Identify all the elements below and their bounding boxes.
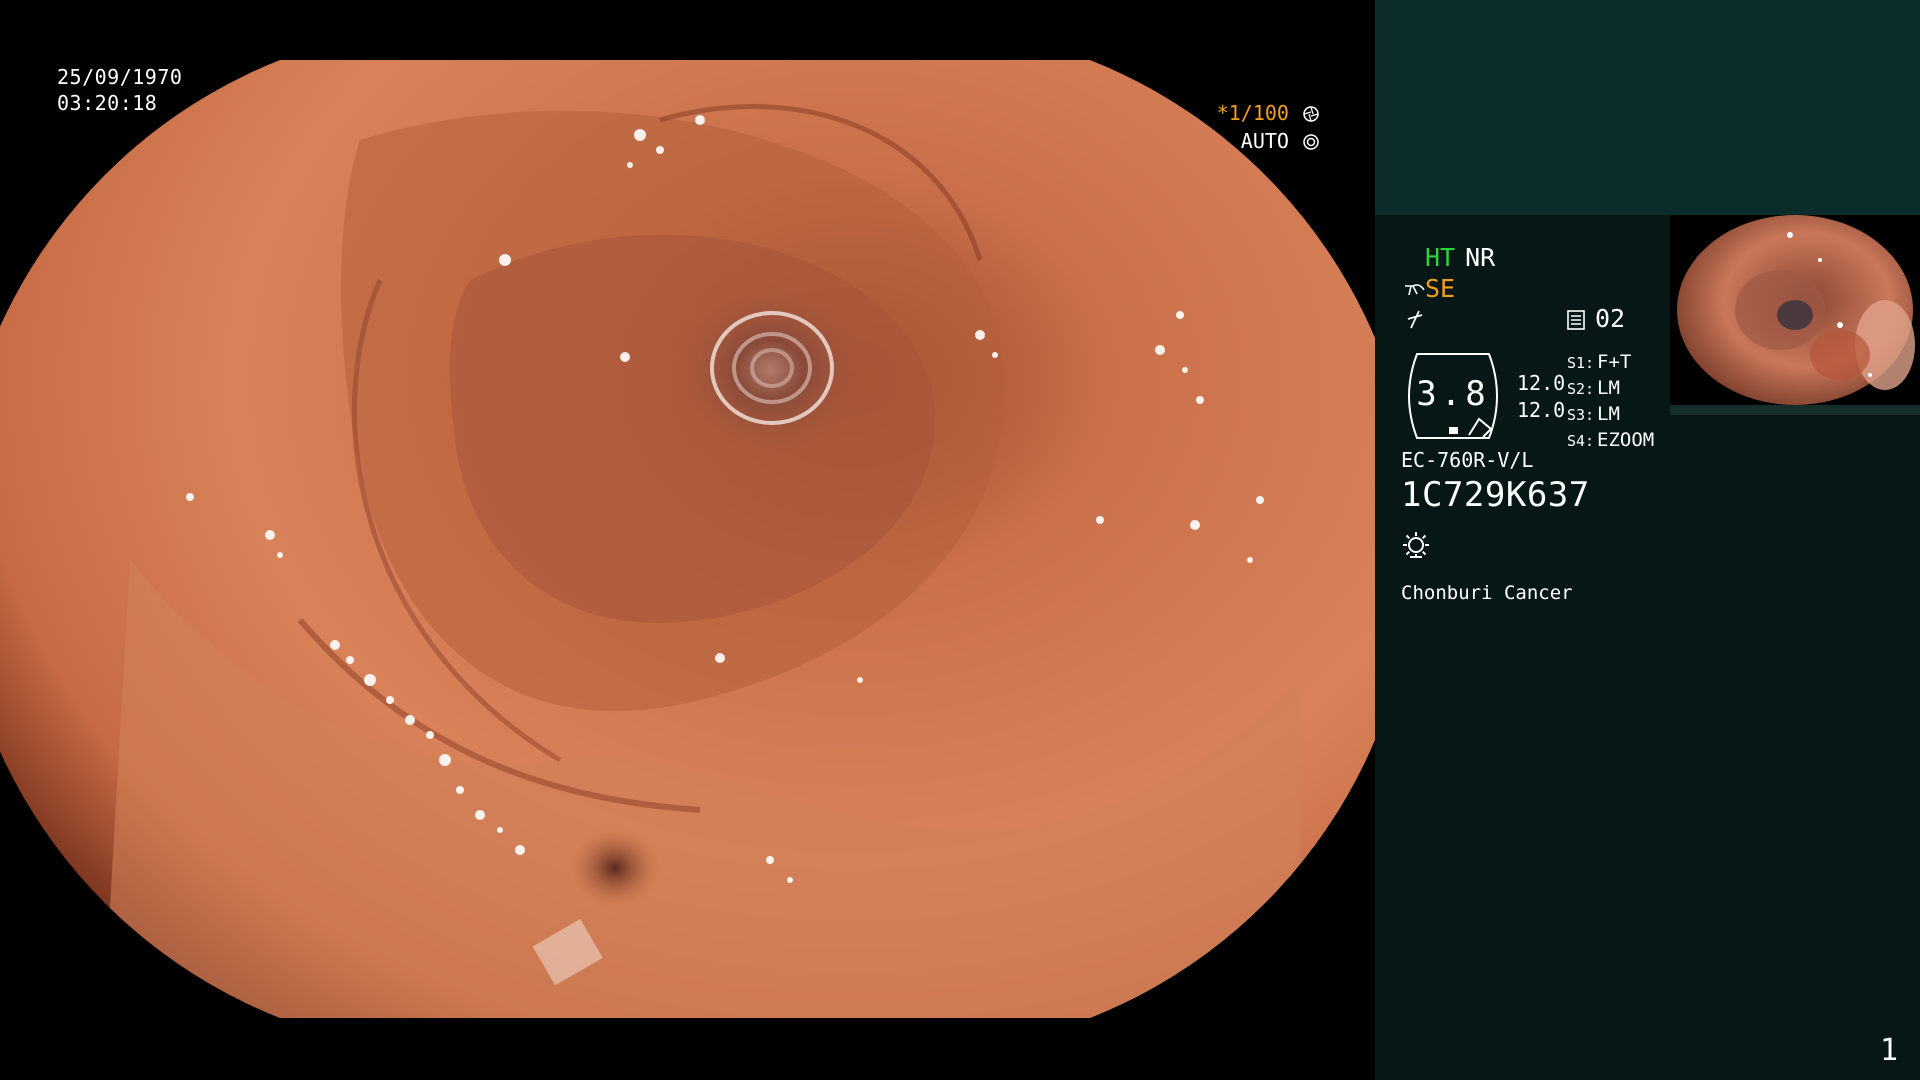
auto-iris-icon bbox=[1303, 134, 1319, 150]
reading-1: 12.0 bbox=[1517, 371, 1566, 395]
switch-item: S4: EZOOM bbox=[1567, 429, 1655, 451]
iris-mode: AUTO bbox=[1240, 129, 1289, 153]
switch-item: S1: F+T bbox=[1567, 351, 1632, 373]
switch-item: S3: LM bbox=[1567, 403, 1620, 425]
scope-serial-number: 1C729K637 bbox=[1401, 475, 1590, 515]
memory-icon bbox=[1567, 310, 1585, 330]
ht-indicator: HT bbox=[1425, 243, 1456, 272]
dial-value: 3.8 bbox=[1416, 374, 1490, 414]
info-header-area bbox=[1375, 0, 1920, 215]
fiber-icon bbox=[1405, 284, 1425, 296]
date-text: 25/09/1970 bbox=[57, 65, 183, 89]
image-mode-row: HT NR bbox=[1425, 243, 1505, 272]
light-source-icon bbox=[1403, 532, 1429, 558]
info-panel: HT NR SE 02 3.8 12.0 12.0 S1: F+T S2: LM S3… bbox=[1375, 0, 1920, 1080]
se-indicator: SE bbox=[1425, 274, 1456, 303]
thumbnail-caption-bar bbox=[1670, 405, 1920, 415]
endoscopy-view: 25/09/1970 03:20:18 *1/100 AUTO bbox=[0, 0, 1375, 1080]
structure-enhance-row: SE bbox=[1401, 274, 1455, 303]
colon-lumen-image bbox=[0, 60, 1375, 1018]
flash-icon bbox=[1407, 310, 1423, 329]
memory-row: 02 bbox=[1567, 304, 1625, 333]
memory-number: 02 bbox=[1595, 304, 1626, 333]
page-number: 1 bbox=[1879, 1033, 1898, 1068]
time-text: 03:20:18 bbox=[57, 91, 158, 115]
flash-row bbox=[1403, 306, 1425, 334]
reading-2: 12.0 bbox=[1517, 398, 1566, 422]
nr-indicator: NR bbox=[1465, 243, 1496, 272]
exposure-info: *1/100 AUTO bbox=[1217, 99, 1319, 155]
date-time-stamp: 25/09/1970 03:20:18 bbox=[57, 64, 182, 116]
scope-model: EC-760R-V/L bbox=[1401, 448, 1534, 472]
scope-switch-list: S1: F+T S2: LM S3: LM S4: EZOOM bbox=[1567, 350, 1654, 454]
captured-image-thumbnail[interactable] bbox=[1670, 215, 1920, 415]
shutter-aperture-icon bbox=[1303, 106, 1319, 122]
dial-readings: 12.0 12.0 bbox=[1517, 370, 1565, 424]
switch-item: S2: LM bbox=[1567, 377, 1620, 399]
shutter-speed: *1/100 bbox=[1216, 101, 1289, 125]
site-name: Chonburi Cancer bbox=[1401, 582, 1573, 604]
